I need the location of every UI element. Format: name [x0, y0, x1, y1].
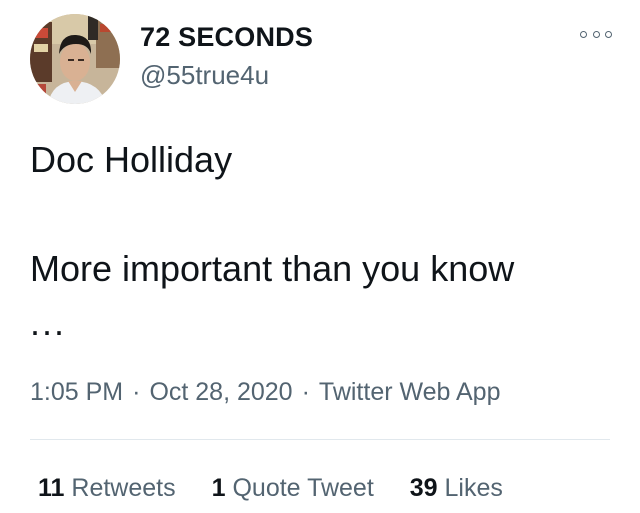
tweet-text-ellipsis: ...: [30, 302, 67, 343]
likes-stat[interactable]: 39 Likes: [410, 474, 503, 503]
quotes-label: Quote Tweet: [232, 474, 374, 502]
meta-separator: ·: [301, 378, 310, 406]
retweets-count: 11: [38, 474, 65, 502]
retweets-stat[interactable]: 11 Retweets: [38, 474, 176, 503]
tweet-text-line: More important than you know: [30, 248, 515, 289]
avatar-image: [30, 14, 120, 104]
tweet-time[interactable]: 1:05 PM: [30, 378, 123, 406]
tweet-meta: 1:05 PM · Oct 28, 2020 · Twitter Web App: [30, 378, 501, 407]
avatar[interactable]: [30, 14, 120, 104]
retweets-label: Retweets: [71, 474, 176, 502]
tweet-card: 72 SECONDS @55true4u Doc Holliday More i…: [0, 0, 640, 513]
tweet-stats: 11 Retweets 1 Quote Tweet 39 Likes: [38, 474, 503, 503]
user-handle[interactable]: @55true4u: [140, 60, 269, 91]
quote-tweets-stat[interactable]: 1 Quote Tweet: [212, 474, 374, 503]
likes-count: 39: [409, 474, 438, 502]
tweet-source[interactable]: Twitter Web App: [319, 378, 501, 406]
likes-label: Likes: [444, 474, 503, 502]
divider: [30, 439, 610, 440]
more-options-icon[interactable]: [580, 27, 612, 41]
meta-separator: ·: [132, 378, 141, 406]
more-dot: [592, 30, 600, 38]
quotes-count: 1: [211, 474, 226, 502]
tweet-text-line: Doc Holliday: [30, 139, 233, 180]
display-name[interactable]: 72 SECONDS: [140, 22, 313, 53]
more-dot: [605, 30, 612, 38]
tweet-date[interactable]: Oct 28, 2020: [149, 378, 292, 406]
more-dot: [580, 30, 587, 38]
